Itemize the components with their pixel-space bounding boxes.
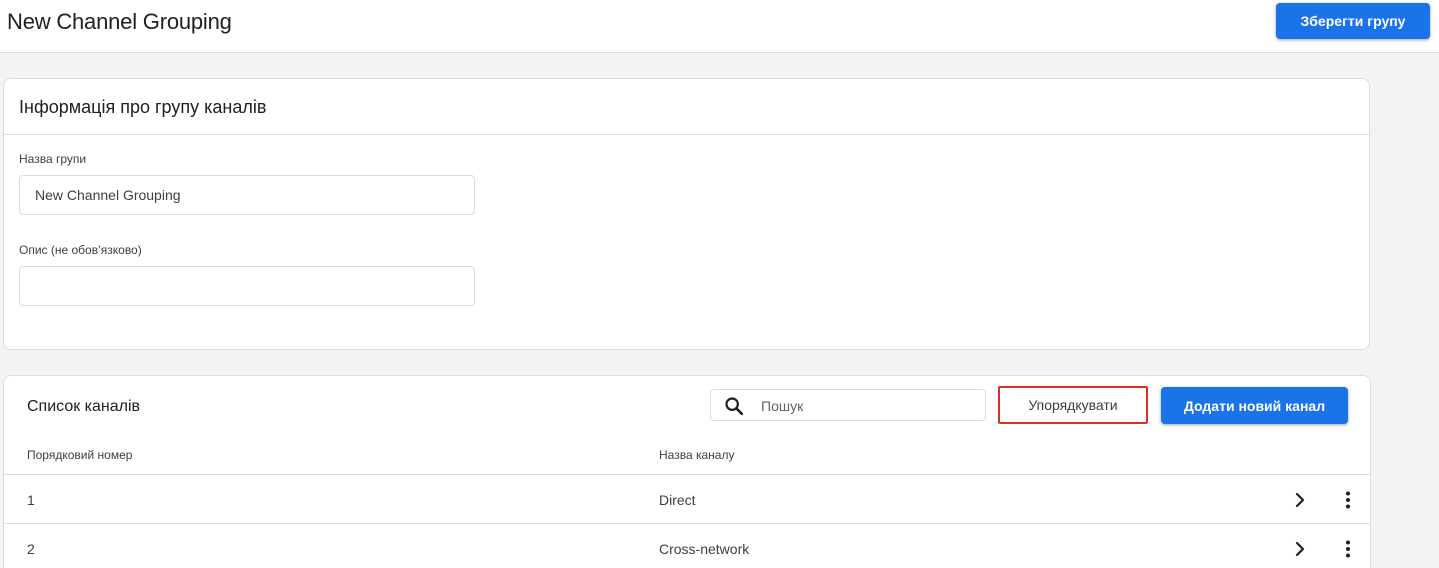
group-name-input[interactable]: New Channel Grouping <box>19 175 475 215</box>
sort-button[interactable]: Упорядкувати <box>998 386 1148 424</box>
row-order: 2 <box>27 541 35 557</box>
group-info-title: Інформація про групу каналів <box>4 79 1369 135</box>
more-vert-icon[interactable] <box>1336 537 1360 561</box>
description-input[interactable] <box>19 266 475 306</box>
channel-list-title: Список каналів <box>27 398 141 415</box>
column-header-name: Назва каналу <box>659 448 735 462</box>
more-vert-icon[interactable] <box>1336 488 1360 512</box>
channel-list-card: Список каналів Пошук Упорядкувати Додати… <box>3 375 1371 568</box>
search-placeholder: Пошук <box>761 398 804 414</box>
table-row[interactable]: 2 Cross-network <box>4 523 1370 568</box>
group-info-card: Інформація про групу каналів Назва групи… <box>3 78 1370 350</box>
chevron-right-icon[interactable] <box>1288 488 1312 512</box>
group-name-label: Назва групи <box>19 152 87 166</box>
chevron-right-icon[interactable] <box>1288 537 1312 561</box>
add-channel-button[interactable]: Додати новий канал <box>1161 387 1348 424</box>
table-row[interactable]: 1 Direct <box>4 474 1370 523</box>
page-title: New Channel Grouping <box>7 9 232 34</box>
row-order: 1 <box>27 492 35 508</box>
column-header-order: Порядковий номер <box>27 448 133 462</box>
row-channel-name: Direct <box>659 492 696 508</box>
row-channel-name: Cross-network <box>659 541 750 557</box>
description-label: Опис (не обов’язково) <box>19 243 142 257</box>
search-icon <box>725 397 744 416</box>
top-bar: New Channel Grouping Зберегти групу <box>0 0 1439 53</box>
save-group-button[interactable]: Зберегти групу <box>1276 3 1430 39</box>
search-input[interactable]: Пошук <box>710 389 986 421</box>
